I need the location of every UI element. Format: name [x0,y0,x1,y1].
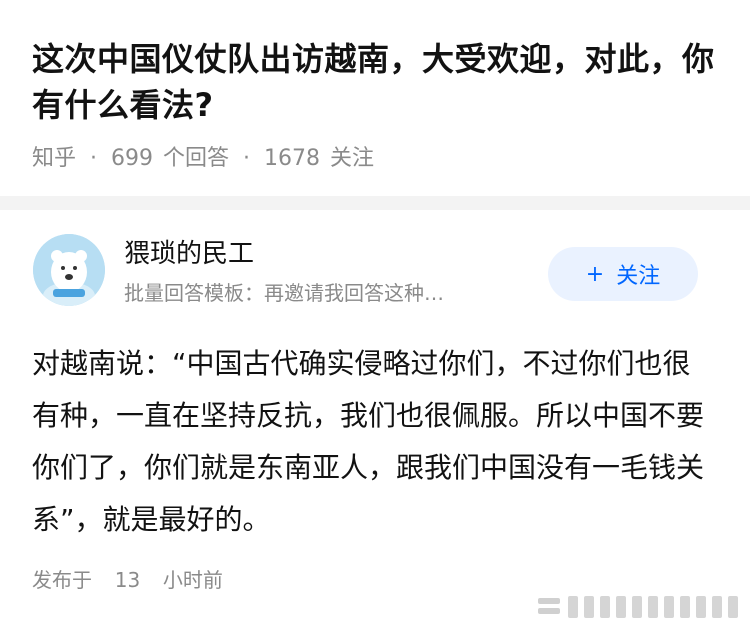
answers-label[interactable]: 个回答 [163,143,229,175]
published-label: 发布于 [32,568,92,592]
author-avatar[interactable] [33,234,105,306]
polar-bear-avatar-icon [33,234,105,306]
follow-button-label: 关注 [616,264,661,289]
question-meta: 知乎 · 699 个回答 · 1678 关注 [32,143,374,175]
time-value: 13 [114,568,141,592]
plus-icon: + [585,261,605,287]
source-label[interactable]: 知乎 [32,143,76,175]
watermark-logo [538,596,738,618]
publish-time: 发布于 13 小时前 [32,565,223,595]
answer-body: 对越南说：“中国古代确实侵略过你们，不过你们也很有种，一直在坚持反抗，我们也很佩… [32,338,718,546]
answer-text: 对越南说：“中国古代确实侵略过你们，不过你们也很有种，一直在坚持反抗，我们也很佩… [32,347,705,536]
follow-button[interactable]: + 关注 [548,247,698,301]
section-divider [0,196,750,210]
time-unit: 小时前 [162,568,223,592]
author-bio: 批量回答模板：再邀请我回答这种… [124,281,444,305]
followers-label: 关注 [330,146,375,171]
question-header: 这次中国仪仗队出访越南，大受欢迎，对此，你有什么看法? 知乎 · 699 个回答… [0,0,750,196]
question-title[interactable]: 这次中国仪仗队出访越南，大受欢迎，对此，你有什么看法? [32,36,722,128]
answers-count[interactable]: 699 [111,143,153,175]
author-name[interactable]: 猥琐的民工 [124,236,254,272]
meta-separator: · [243,146,251,171]
meta-separator: · [90,146,98,171]
followers-count: 1678 [264,146,321,171]
